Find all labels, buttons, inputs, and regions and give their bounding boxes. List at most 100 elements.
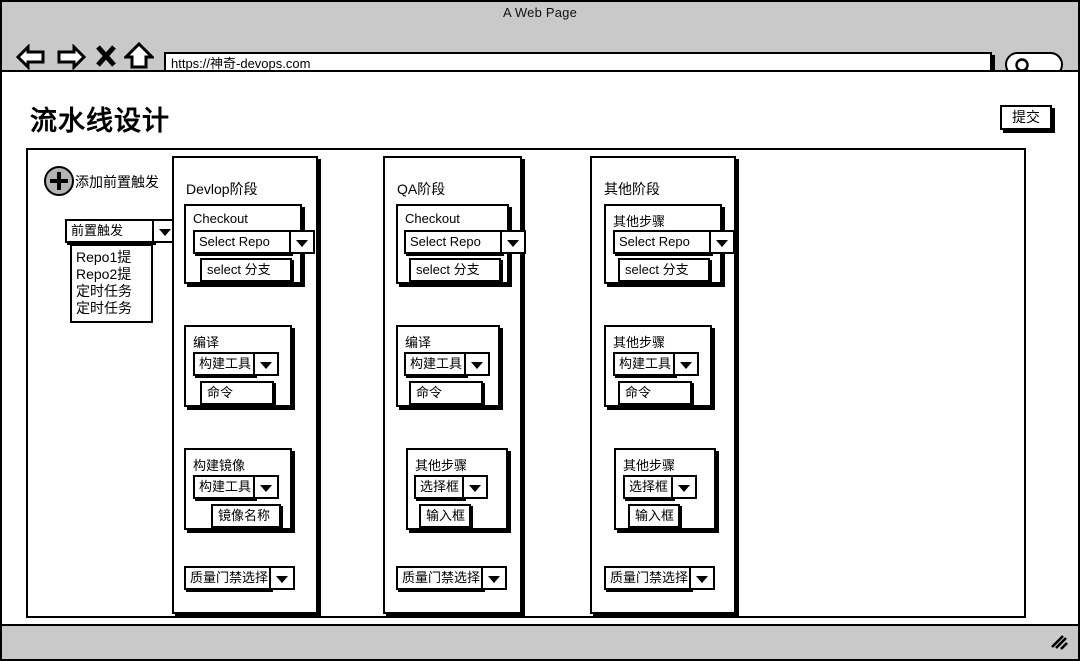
step-input-value: select 分支 [416,262,480,277]
step-card-title: Checkout [193,211,248,226]
step-card-title: 其他步骤 [623,458,676,473]
step-card[interactable]: Checkout Select Repo select 分支 [396,204,526,284]
step-input-value: 命令 [416,385,443,400]
chevron-down-icon[interactable] [481,566,507,590]
step-select[interactable]: 构建工具 [613,352,699,376]
step-input-value: select 分支 [625,262,689,277]
step-select[interactable]: Select Repo [404,230,526,254]
chevron-down-icon[interactable] [709,230,735,254]
chevron-down-icon[interactable] [673,352,699,376]
pre-trigger-select[interactable]: 前置触发 [65,219,178,243]
step-select[interactable]: 选择框 [414,475,488,499]
step-card[interactable]: Checkout Select Repo select 分支 [184,204,315,284]
chevron-down-icon[interactable] [289,230,315,254]
step-input[interactable]: select 分支 [409,258,501,282]
chevron-down-icon[interactable] [462,475,488,499]
quality-gate-label: 质量门禁选择 [402,570,481,585]
chevron-down-icon[interactable] [253,475,279,499]
step-card-title: 其他步骤 [415,458,468,473]
browser-window: A Web Page https://神奇-devops.com 流水线设计 提… [0,0,1080,661]
plus-circle-icon[interactable] [44,166,74,196]
step-select[interactable]: 构建工具 [193,475,279,499]
chevron-down-icon[interactable] [671,475,697,499]
chevron-down-icon[interactable] [689,566,715,590]
step-select[interactable]: 构建工具 [193,352,279,376]
step-select-value: 构建工具 [199,479,252,494]
step-select-value: 选择框 [420,479,460,494]
quality-gate-select[interactable]: 质量门禁选择 [184,566,295,590]
list-item[interactable]: Repo1提 [76,249,151,266]
window-title: A Web Page [502,5,578,20]
step-input-value: 命令 [207,385,234,400]
step-select[interactable]: 构建工具 [404,352,490,376]
quality-gate-label: 质量门禁选择 [610,570,689,585]
submit-button[interactable]: 提交 [1000,105,1052,130]
step-select[interactable]: Select Repo [193,230,315,254]
chevron-down-icon[interactable] [253,352,279,376]
step-input-value: 输入框 [635,508,675,523]
step-select[interactable]: 选择框 [623,475,697,499]
list-item[interactable]: 定时任务 [76,300,151,317]
step-card-title: 编译 [405,335,432,350]
step-card-title: Checkout [405,211,460,226]
step-select-value: 选择框 [629,479,669,494]
step-card[interactable]: 其他步骤 选择框 输入框 [406,448,508,530]
step-input-value: 命令 [625,385,652,400]
step-select[interactable]: Select Repo [613,230,735,254]
step-card[interactable]: 其他步骤 选择框 输入框 [614,448,716,530]
step-input-value: 输入框 [426,508,466,523]
quality-gate-select[interactable]: 质量门禁选择 [604,566,715,590]
step-input[interactable]: 输入框 [628,504,680,528]
step-select-value: Select Repo [619,234,690,249]
chevron-down-icon[interactable] [500,230,526,254]
step-card[interactable]: 其他步骤 Select Repo select 分支 [604,204,735,284]
quality-gate-label: 质量门禁选择 [190,570,269,585]
pre-trigger-options-list[interactable]: Repo1提 Repo2提 定时任务 定时任务 [70,244,153,323]
stage-column-qa: QA阶段 Checkout Select Repo select 分支 编译 构… [383,156,526,614]
stage-column-devlop: Devlop阶段 Checkout Select Repo select 分支 … [172,156,318,614]
step-card-title: 编译 [193,335,220,350]
step-input-value: 镜像名称 [218,508,271,523]
pre-trigger-select-value: 前置触发 [71,223,124,238]
step-input[interactable]: 命令 [618,381,692,405]
stage-title: Devlop阶段 [186,181,258,197]
step-card[interactable]: 构建镜像 构建工具 镜像名称 [184,448,292,530]
step-input-value: select 分支 [207,262,271,277]
add-pre-trigger-label: 添加前置触发 [75,174,159,190]
step-select-value: Select Repo [199,234,270,249]
add-pre-trigger-row[interactable]: 添加前置触发 [44,164,184,198]
step-card[interactable]: 编译 构建工具 命令 [184,325,292,407]
quality-gate-select[interactable]: 质量门禁选择 [396,566,507,590]
page-title: 流水线设计 [30,106,170,136]
web-page-content: 流水线设计 提交 添加前置触发 前置触发 Repo1提 Repo2提 定时任务 … [2,70,1078,626]
step-select-value: Select Repo [410,234,481,249]
browser-toolbar: https://神奇-devops.com [2,24,1078,77]
step-input[interactable]: select 分支 [618,258,710,282]
step-input[interactable]: 输入框 [419,504,471,528]
list-item[interactable]: 定时任务 [76,283,151,300]
step-card-title: 其他步骤 [613,214,666,229]
step-card[interactable]: 其他步骤 构建工具 命令 [604,325,712,407]
pre-trigger-panel: 添加前置触发 前置触发 Repo1提 Repo2提 定时任务 定时任务 [44,164,184,323]
stage-title: 其他阶段 [604,181,660,197]
step-select-value: 构建工具 [619,356,672,371]
resize-grip-icon[interactable] [1050,635,1068,650]
step-select-value: 构建工具 [199,356,252,371]
close-x-icon[interactable] [95,44,117,73]
list-item[interactable]: Repo2提 [76,266,151,283]
stage-column-other: 其他阶段 其他步骤 Select Repo select 分支 其他步骤 构建工… [590,156,736,614]
step-input[interactable]: select 分支 [200,258,292,282]
browser-statusbar [2,626,1078,659]
step-select-value: 构建工具 [410,356,463,371]
step-card[interactable]: 编译 构建工具 命令 [396,325,500,407]
chevron-down-icon[interactable] [269,566,295,590]
step-input[interactable]: 镜像名称 [211,504,281,528]
step-card-title: 构建镜像 [193,458,246,473]
window-titlebar: A Web Page [2,2,1078,24]
chevron-down-icon[interactable] [464,352,490,376]
step-input[interactable]: 命令 [200,381,274,405]
step-input[interactable]: 命令 [409,381,483,405]
stage-title: QA阶段 [397,181,446,197]
step-card-title: 其他步骤 [613,335,666,350]
pipeline-designer-canvas: 添加前置触发 前置触发 Repo1提 Repo2提 定时任务 定时任务 Devl… [26,148,1026,618]
